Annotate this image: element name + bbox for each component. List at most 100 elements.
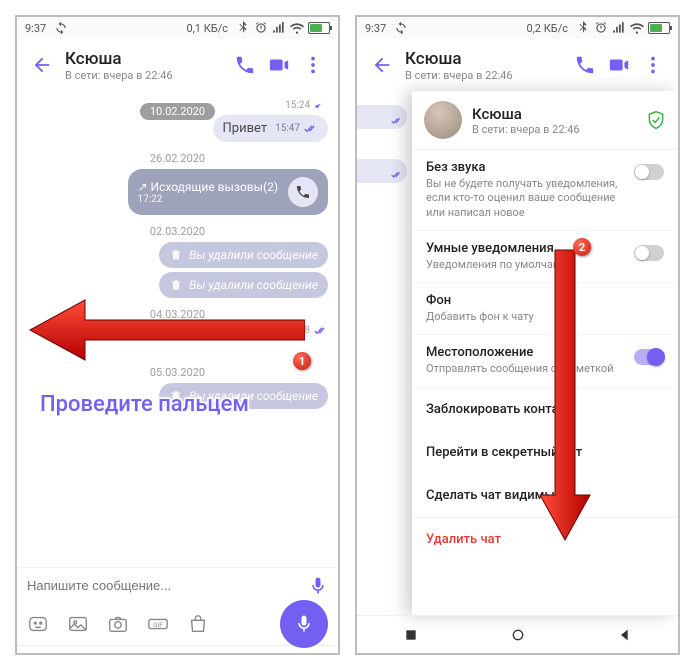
message-text: Привет xyxy=(223,121,268,136)
date-separator: 26.02.2020 xyxy=(150,152,205,165)
setting-subtitle: Вы не будете получать уведомления, если … xyxy=(426,177,626,220)
message-row[interactable]: Привет 15:47 xyxy=(27,115,328,142)
battery-icon xyxy=(308,22,330,34)
nav-back-icon[interactable] xyxy=(617,627,633,643)
trash-icon xyxy=(169,389,183,403)
phone-icon xyxy=(574,54,596,76)
panel-last-seen: В сети: вчера в 22:46 xyxy=(472,123,646,136)
signal-icon xyxy=(612,21,626,35)
back-button[interactable] xyxy=(365,48,399,82)
sync-icon xyxy=(54,21,68,35)
chat-body-behind xyxy=(357,91,412,591)
more-button[interactable] xyxy=(296,48,330,82)
bluetooth-icon xyxy=(576,21,590,35)
setting-block-contact[interactable]: Заблокировать контакт xyxy=(412,388,678,431)
setting-secret-chat[interactable]: Перейти в секретный чат xyxy=(412,431,678,474)
signal-icon xyxy=(272,21,286,35)
status-time: 9:37 xyxy=(365,22,386,35)
call-text: ↗ Исходящие вызовы(2) xyxy=(138,180,278,194)
mic-icon xyxy=(308,576,328,596)
chat-header: Ксюша В сети: вчера в 22:46 xyxy=(17,39,338,91)
setting-delete-chat[interactable]: Удалить чат xyxy=(412,517,678,561)
shop-icon[interactable] xyxy=(187,613,209,635)
status-net: 0,2 КБ/с xyxy=(526,22,568,35)
status-bar: 9:37 0,1 КБ/с xyxy=(17,17,338,39)
message-row[interactable]: Вы удалили сообщение xyxy=(27,272,328,298)
setting-make-visible[interactable]: Сделать чат видимым xyxy=(412,474,678,517)
gif-icon[interactable]: GIF xyxy=(147,613,169,635)
read-checks-icon xyxy=(304,124,318,134)
call-button[interactable] xyxy=(228,48,262,82)
sync-icon xyxy=(394,21,408,35)
android-nav-bar xyxy=(357,615,678,653)
setting-title: Умные уведомления xyxy=(426,241,626,256)
svg-text:GIF: GIF xyxy=(153,621,163,629)
toggle-switch[interactable] xyxy=(634,349,664,365)
chat-title-block[interactable]: Ксюша В сети: вчера в 22:46 xyxy=(405,49,568,82)
battery-icon xyxy=(648,22,670,34)
status-time: 9:37 xyxy=(25,22,46,35)
deleted-message-bubble: Вы удалили сообщение xyxy=(159,383,328,409)
trash-icon xyxy=(169,278,183,292)
toggle-switch[interactable] xyxy=(634,245,664,261)
read-checks-icon xyxy=(314,326,328,336)
chat-last-seen: В сети: вчера в 22:46 xyxy=(65,69,228,82)
android-nav-bar xyxy=(17,645,338,655)
gallery-icon[interactable] xyxy=(67,613,89,635)
chat-contact-name: Ксюша xyxy=(65,49,228,69)
message-row[interactable]: Вы удалили сообщение xyxy=(27,383,328,409)
chat-info-panel: Ксюша В сети: вчера в 22:46 Без звука Вы… xyxy=(412,91,678,615)
setting-subtitle: Отправлять сообщения с геометкой xyxy=(426,362,626,376)
voice-record-button[interactable] xyxy=(280,600,328,648)
more-button[interactable] xyxy=(636,48,670,82)
chat-header: Ксюша В сети: вчера в 22:46 xyxy=(357,39,678,91)
mic-icon xyxy=(294,614,314,634)
setting-background[interactable]: Фон Добавить фон к чату xyxy=(412,283,678,335)
toggle-switch[interactable] xyxy=(634,164,664,180)
status-bar: 9:37 0,2 КБ/с xyxy=(357,17,678,39)
message-time: 15:47 xyxy=(275,123,300,134)
setting-title: Местоположение xyxy=(426,345,626,360)
back-button[interactable] xyxy=(25,48,59,82)
date-separator: 02.03.2020 xyxy=(150,225,205,238)
video-icon xyxy=(608,54,630,76)
setting-location[interactable]: Местоположение Отправлять сообщения с ге… xyxy=(412,335,678,387)
setting-smart-notif[interactable]: Умные уведомления Уведомления по умолчан… xyxy=(412,231,678,283)
call-bubble: ↗ Исходящие вызовы(2) 17:22 xyxy=(128,169,328,215)
phone-screenshot-left: 9:37 0,1 КБ/с Ксюша В сети: вчера в 22:4… xyxy=(15,15,340,655)
setting-mute[interactable]: Без звука Вы не будете получать уведомле… xyxy=(412,150,678,231)
call-button[interactable] xyxy=(568,48,602,82)
call-log-row[interactable]: ↗ Исходящие вызовы(2) 17:22 xyxy=(27,169,328,215)
wifi-icon xyxy=(290,21,304,35)
alarm-icon xyxy=(594,21,608,35)
deleted-text: Вы удалили сообщение xyxy=(189,248,318,262)
chat-last-seen: В сети: вчера в 22:46 xyxy=(405,69,568,82)
chat-title-block[interactable]: Ксюша В сети: вчера в 22:46 xyxy=(65,49,228,82)
voice-alt-button[interactable] xyxy=(308,576,328,596)
nav-home-icon[interactable] xyxy=(510,627,526,643)
message-bubble: Привет 15:47 xyxy=(213,115,329,142)
date-separator: 04.03.2020 xyxy=(150,308,205,321)
phone-screenshot-right: 9:37 0,2 КБ/с Ксюша В сети: вчера в 22:4… xyxy=(355,15,680,655)
trash-icon xyxy=(169,248,183,262)
chat-body[interactable]: 10.02.2020 15:24 Привет 15:47 26.02.2020… xyxy=(17,91,338,567)
nav-recent-icon[interactable] xyxy=(403,627,419,643)
date-separator: 10.02.2020 xyxy=(140,103,215,120)
phone-icon xyxy=(234,54,256,76)
shield-icon[interactable] xyxy=(646,110,666,130)
sticker-icon[interactable] xyxy=(27,613,49,635)
avatar[interactable] xyxy=(424,101,462,139)
read-checks-icon xyxy=(314,101,328,111)
phone-icon xyxy=(295,184,311,200)
message-row[interactable]: Вы удалили сообщение xyxy=(27,242,328,268)
deleted-message-bubble: Вы удалили сообщение xyxy=(159,272,328,298)
video-call-button[interactable] xyxy=(602,48,636,82)
video-icon xyxy=(268,54,290,76)
date-separator: 05.03.2020 xyxy=(150,366,205,379)
camera-icon[interactable] xyxy=(107,613,129,635)
message-input[interactable] xyxy=(27,578,300,593)
video-call-button[interactable] xyxy=(262,48,296,82)
setting-subtitle: Добавить фон к чату xyxy=(426,310,664,324)
call-back-button[interactable] xyxy=(288,177,318,207)
back-arrow-icon xyxy=(371,54,393,76)
